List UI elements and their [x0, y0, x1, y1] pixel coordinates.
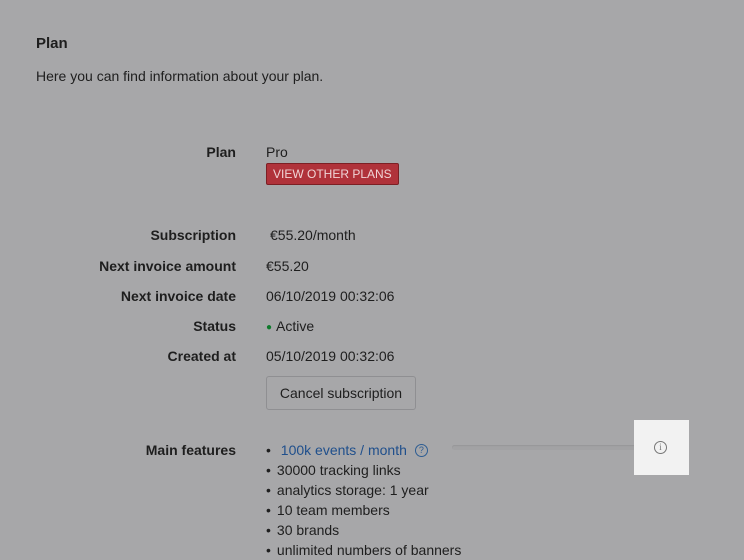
status-text: Active — [276, 318, 315, 334]
plan-value: Pro — [266, 144, 288, 160]
feature-text: unlimited numbers of banners — [276, 542, 462, 558]
main-features-label: Main features — [145, 442, 236, 458]
question-circle-icon[interactable]: ? — [414, 443, 428, 457]
feature-text: 10 team members — [276, 502, 390, 518]
list-item: analytics storage: 1 year — [266, 480, 461, 500]
next-invoice-amount-value: €55.20 — [266, 258, 309, 274]
next-invoice-date-value: 06/10/2019 00:32:06 — [266, 288, 395, 304]
events-link[interactable]: 100k events / month — [281, 442, 407, 458]
page-title: Plan — [36, 35, 68, 52]
created-at-label: Created at — [167, 348, 236, 364]
feature-text: analytics storage: 1 year — [276, 482, 429, 498]
feature-text: 30000 tracking links — [276, 462, 401, 478]
next-invoice-amount-label: Next invoice amount — [99, 258, 236, 274]
feature-text: 30 brands — [276, 522, 340, 538]
list-item: 100k events / month? — [266, 440, 461, 460]
tooltip-track — [452, 445, 650, 450]
list-item: unlimited numbers of banners — [266, 540, 461, 560]
created-at-value: 05/10/2019 00:32:06 — [266, 348, 395, 364]
info-icon[interactable]: i — [654, 441, 667, 454]
page-description: Here you can find information about your… — [36, 68, 324, 84]
list-item: 30000 tracking links — [266, 460, 461, 480]
features-list: 100k events / month? 30000 tracking link… — [266, 440, 461, 560]
status-dot-icon: ● — [266, 322, 273, 333]
subscription-value: €55.20/month — [270, 227, 356, 243]
subscription-label: Subscription — [150, 227, 236, 243]
status-value: ● Active — [266, 318, 314, 334]
list-item: 10 team members — [266, 500, 461, 520]
status-label: Status — [193, 318, 236, 334]
plan-label: Plan — [206, 144, 236, 160]
cancel-subscription-button[interactable]: Cancel subscription — [266, 376, 416, 410]
view-other-plans-button[interactable]: VIEW OTHER PLANS — [266, 163, 399, 185]
list-item: 30 brands — [266, 520, 461, 540]
next-invoice-date-label: Next invoice date — [120, 288, 236, 304]
